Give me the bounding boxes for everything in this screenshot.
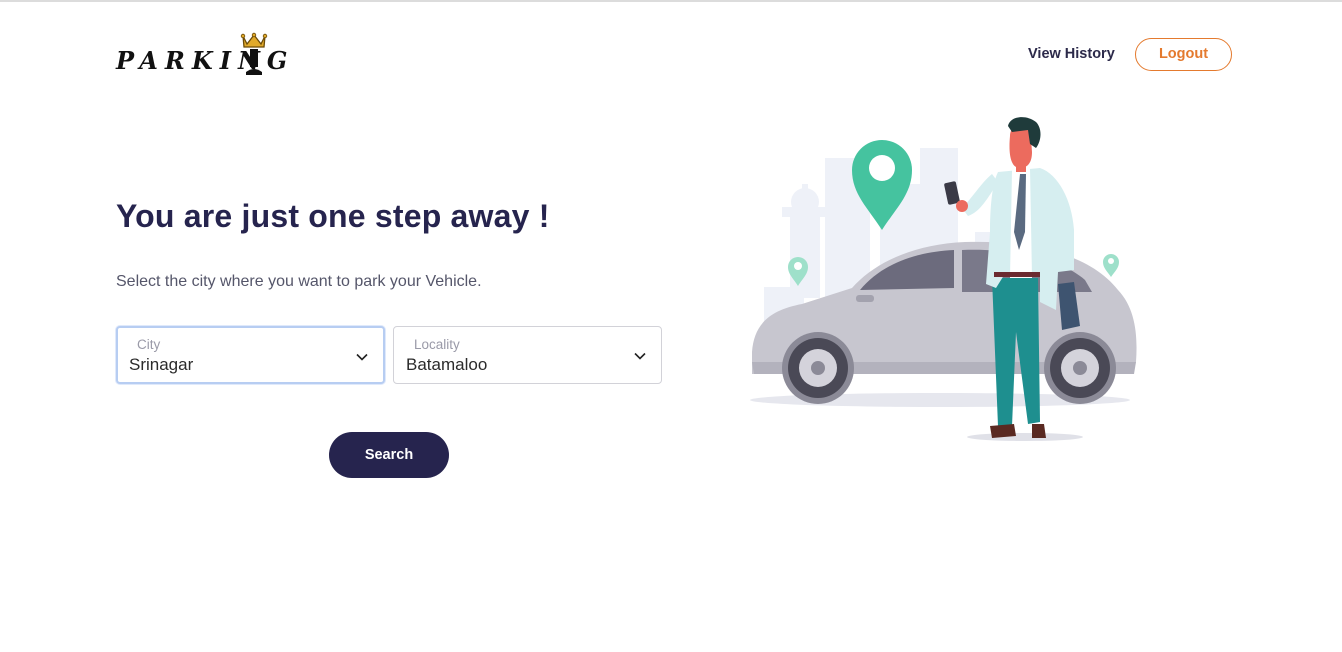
city-select[interactable]: City Srinagar <box>116 326 385 384</box>
logout-button[interactable]: Logout <box>1135 38 1232 71</box>
city-select-label: City <box>137 337 161 352</box>
view-history-link[interactable]: View History <box>1012 40 1131 68</box>
man-with-car-illustration <box>750 117 1137 441</box>
locality-select[interactable]: Locality Batamaloo <box>393 326 662 384</box>
chevron-down-icon <box>634 352 646 360</box>
chevron-down-icon <box>356 353 368 361</box>
page-subtitle: Select the city where you want to park y… <box>116 273 482 290</box>
crown-icon <box>240 32 268 75</box>
top-divider <box>0 0 1342 2</box>
search-button[interactable]: Search <box>329 432 449 478</box>
parking-logo[interactable]: PARKING <box>116 30 318 78</box>
locality-select-value: Batamaloo <box>406 355 488 374</box>
city-select-value: Srinagar <box>129 355 194 374</box>
page-title: You are just one step away ! <box>116 198 550 234</box>
locality-select-label: Locality <box>414 337 460 352</box>
